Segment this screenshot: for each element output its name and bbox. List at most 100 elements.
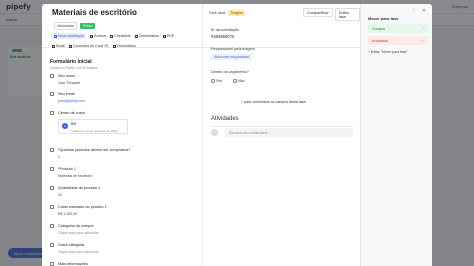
- tab-pdf[interactable]: PDF: [162, 34, 175, 38]
- text-field-icon: [50, 262, 54, 266]
- phase-pane: Fase atual Triagem Compartilhar Editar f…: [202, 4, 360, 266]
- connection-icon: [69, 44, 72, 48]
- tab-email[interactable]: Email: [52, 44, 65, 48]
- field-placeholder[interactable]: Clique aqui para adicionar: [58, 250, 99, 254]
- pdf-icon: [162, 34, 166, 38]
- select-field-icon: [50, 224, 54, 228]
- tab-label: Anexos: [94, 34, 107, 38]
- activities-title: Atividades: [211, 116, 239, 122]
- field-label: *Produto 1: [58, 167, 76, 171]
- add-responsible-button[interactable]: Adicionar responsável: [211, 54, 253, 60]
- move-to-arquivado-button[interactable]: Arquivado →: [368, 36, 428, 45]
- text-field-icon: [50, 74, 54, 78]
- customize-fields-link[interactable]: + para customizar os campos desta fase: [241, 100, 306, 104]
- radio-sim[interactable]: Sim: [211, 79, 222, 83]
- field-value: R$ 1.000,00: [58, 212, 78, 216]
- tab-label: Conexões do Card: [73, 44, 103, 48]
- comment-input[interactable]: Escreva seu comentário...: [225, 128, 353, 137]
- current-phase-label: Fase atual: [209, 11, 226, 15]
- tab-label: Nova solicitação: [58, 34, 85, 38]
- field-label: Centro de custo: [58, 111, 85, 115]
- tab-nova-solicitacao[interactable]: Nova solicitação: [52, 33, 87, 39]
- budget-question: Dentro do orçamento?: [211, 70, 249, 74]
- modal-actions: ⋮ ✕: [411, 8, 426, 14]
- form-subtitle: Criado por Pipefy • há 20 minutos: [50, 66, 98, 70]
- tab-formularios[interactable]: Formulários: [112, 44, 136, 48]
- text-field-icon: [50, 243, 54, 247]
- field-value: 20: [58, 193, 62, 197]
- radio-circle-icon: [211, 79, 215, 83]
- field-label: Seu email: [58, 92, 75, 96]
- tab-comentarios[interactable]: Comentários: [134, 34, 159, 38]
- tab-label: Comentários: [138, 34, 159, 38]
- text-field-icon: [50, 148, 54, 152]
- form-title: Formulário inicial: [50, 59, 92, 65]
- phase-name: Compra: [372, 26, 385, 31]
- more-icon[interactable]: ⋮: [411, 8, 416, 14]
- field-label: Custo estimado do produto 1: [58, 205, 107, 209]
- move-to-compra-button[interactable]: Compra →: [368, 24, 428, 33]
- number-field-icon: [50, 186, 54, 190]
- connected-card-date: Criado em 20 de fevereiro de 2021: [71, 129, 118, 133]
- radio-nao[interactable]: Não: [233, 79, 245, 83]
- move-to-phase-title: Mover para fase: [368, 16, 399, 21]
- share-button[interactable]: Compartilhar: [303, 8, 333, 17]
- field-label: *Quantos produtos devem ser comprados?: [58, 148, 131, 152]
- card-title: Materiais de escritório: [52, 8, 137, 17]
- field-label: Seu nome: [58, 74, 76, 78]
- field-label: Outra categoria: [58, 243, 85, 247]
- connected-card[interactable]: ● BH Criado em 20 de fevereiro de 2021: [58, 119, 128, 134]
- checklist-icon: [110, 34, 114, 38]
- tab-label: Email: [56, 44, 65, 48]
- current-phase-badge: Triagem: [228, 10, 246, 16]
- request-id-value: #484860070: [211, 34, 235, 39]
- badge-row: Velocidade Prazo: [54, 22, 96, 30]
- field-label: Categoria da compra: [58, 224, 94, 228]
- tab-checklists[interactable]: Checklists: [110, 34, 131, 38]
- move-pane: ⋮ ✕ Mover para fase Compra → Arquivado →…: [360, 4, 432, 266]
- badge-velocidade[interactable]: Velocidade: [54, 22, 78, 30]
- radio-circle-icon: [233, 79, 237, 83]
- divider: [211, 126, 353, 127]
- tab-label: PDF: [166, 34, 175, 38]
- field-value[interactable]: joao@pipefy.com: [58, 99, 85, 103]
- field-value: Joao Trindade: [58, 81, 81, 85]
- badge-prazo[interactable]: Prazo: [80, 23, 96, 29]
- tab-anexos[interactable]: Anexos: [90, 34, 106, 38]
- comment-icon: [134, 34, 138, 38]
- attachment-icon: [90, 34, 94, 38]
- edit-phase-button[interactable]: Editar fase: [335, 8, 360, 21]
- arrow-right-icon: →: [421, 38, 425, 42]
- radio-label: Não: [238, 79, 245, 83]
- field-label: Mais informações: [58, 262, 88, 266]
- form-icon: [112, 44, 116, 48]
- form-pane: Formulário inicial Criado por Pipefy • h…: [42, 54, 202, 266]
- email-field-icon: [50, 92, 54, 96]
- card-modal: Materiais de escritório Velocidade Prazo…: [42, 4, 432, 266]
- field-value: Materiais de escritório: [58, 174, 93, 178]
- connection-count: 0: [103, 44, 109, 48]
- text-field-icon: [50, 167, 54, 171]
- arrow-right-icon: →: [421, 26, 425, 30]
- tab-conexoes[interactable]: Conexões do Card 0: [69, 44, 109, 48]
- field-value: 1: [58, 155, 60, 159]
- field-label: Quantidade do produto 1: [58, 186, 101, 190]
- field-placeholder[interactable]: Clique aqui para adicionar: [58, 231, 99, 235]
- phase-name: Arquivado: [372, 38, 389, 43]
- request-id-label: ID da solicitação: [211, 28, 239, 32]
- avatar: [211, 129, 218, 136]
- connected-card-name: BH: [71, 122, 77, 126]
- radio-label: Sim: [216, 79, 223, 83]
- card-toolbar-secondary: Email Conexões do Card 0 Formulários: [52, 44, 136, 48]
- email-icon: [52, 44, 55, 48]
- request-icon: [54, 34, 57, 38]
- tab-label: Checklists: [114, 34, 131, 38]
- currency-field-icon: [50, 205, 54, 209]
- connection-field-icon: [50, 111, 54, 115]
- responsible-label: Responsável pela triagem: [211, 47, 255, 51]
- edit-move-to-phase-link[interactable]: + Editar "Mover para fase": [368, 50, 408, 54]
- current-phase: Fase atual Triagem: [209, 10, 246, 16]
- connected-card-avatar: ●: [62, 123, 68, 129]
- close-icon[interactable]: ✕: [422, 8, 426, 14]
- tab-label: Formulários: [116, 44, 136, 48]
